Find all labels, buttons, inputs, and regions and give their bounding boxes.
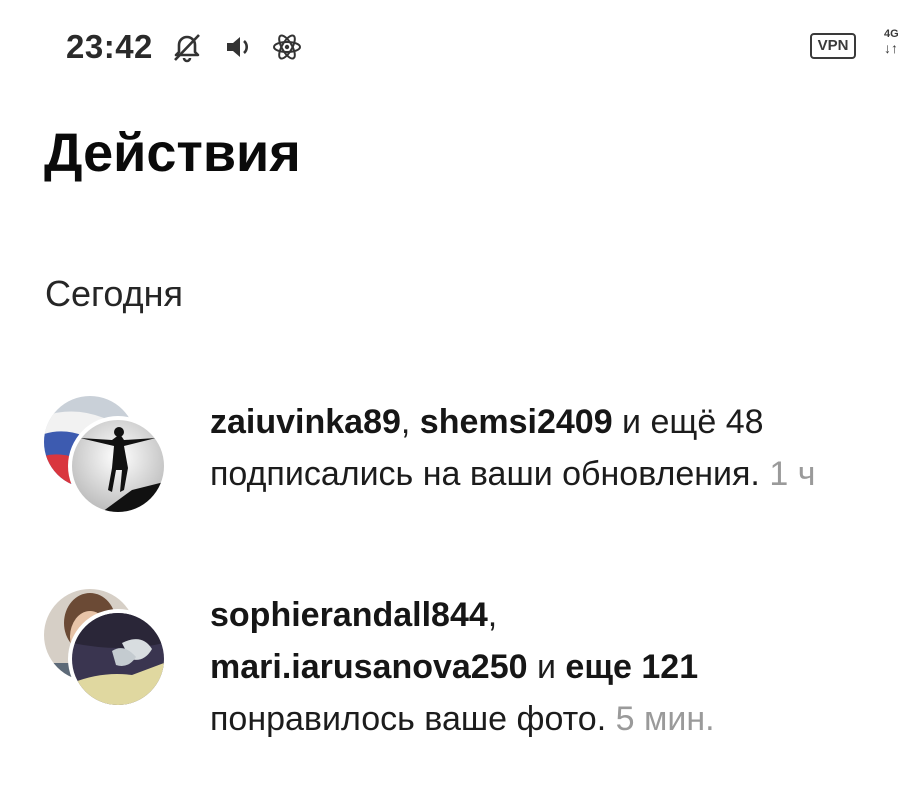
vpn-badge: VPN <box>810 33 856 59</box>
activity-item[interactable]: zaiuvinka89, shemsi2409 и ещё 48 подписа… <box>0 392 901 522</box>
action-text: понравилось ваше фото. <box>210 700 607 738</box>
username-link[interactable]: sophierandall844 <box>210 596 488 634</box>
avatar[interactable] <box>68 609 168 709</box>
page-title: Действия <box>44 123 301 183</box>
conjunction: и <box>527 648 566 686</box>
username-link[interactable]: mari.iarusanova250 <box>210 648 528 686</box>
separator: , <box>487 596 498 634</box>
username-link[interactable]: zaiuvinka89 <box>210 403 401 441</box>
more-count[interactable]: еще 121 <box>565 648 698 686</box>
network-arrows: ↓↑ <box>884 40 898 56</box>
atom-icon <box>273 34 301 60</box>
activity-line: понравилось ваше фото. 5 мин. <box>210 693 715 745</box>
username-link[interactable]: shemsi2409 <box>420 403 613 441</box>
network-type: 4G <box>884 28 899 40</box>
avatar[interactable] <box>68 416 168 516</box>
activity-line: mari.iarusanova250 и еще 121 <box>210 641 715 693</box>
activity-line: sophierandall844, <box>210 589 715 641</box>
volume-icon <box>227 37 248 57</box>
more-count: и ещё 48 <box>612 403 764 441</box>
activity-item[interactable]: sophierandall844, mari.iarusanova250 и е… <box>0 585 901 745</box>
activity-text: zaiuvinka89, shemsi2409 и ещё 48 подписа… <box>210 396 815 500</box>
activity-text: sophierandall844, mari.iarusanova250 и е… <box>210 589 715 745</box>
status-time: 23:42 <box>66 28 153 65</box>
timestamp: 1 ч <box>769 455 816 493</box>
activity-line: zaiuvinka89, shemsi2409 и ещё 48 <box>210 396 815 448</box>
timestamp: 5 мин. <box>615 700 715 738</box>
activity-line: подписались на ваши обновления. 1 ч <box>210 448 815 500</box>
network-indicator: 4G ↓↑ <box>884 28 901 68</box>
separator: , <box>400 403 420 441</box>
silent-bell-icon <box>174 34 200 63</box>
action-text: подписались на ваши обновления. <box>210 455 760 493</box>
section-heading-today: Сегодня <box>45 273 183 314</box>
status-bar: 23:42 VPN 4G ↓↑ <box>0 0 901 96</box>
